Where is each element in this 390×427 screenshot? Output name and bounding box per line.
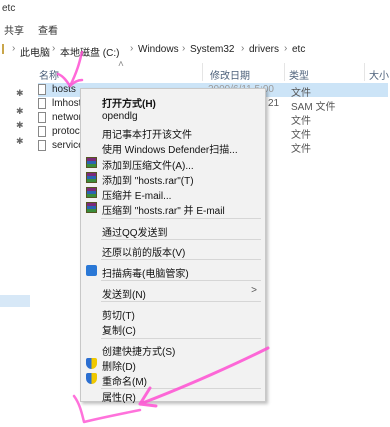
column-divider[interactable] <box>284 63 285 81</box>
menu-label: 打开方式(H) <box>102 99 156 110</box>
menu-item-send-to[interactable]: 发送到(N) > <box>81 284 265 301</box>
file-name: hosts <box>52 84 76 95</box>
menu-item-create-shortcut[interactable]: 创建快捷方式(S) <box>81 341 265 358</box>
file-icon <box>38 112 46 123</box>
menu-label: 属性(R) <box>102 393 136 404</box>
menu-label: 使用 Windows Defender扫描... <box>102 145 238 156</box>
tab-share[interactable]: 共享 <box>4 22 24 37</box>
menu-item-restore-versions[interactable]: 还原以前的版本(V) <box>81 242 265 259</box>
column-date[interactable]: 修改日期 <box>210 67 250 82</box>
pin-icon: ✱ <box>16 88 24 98</box>
shield-icon <box>86 373 97 384</box>
file-name: networ <box>52 112 83 123</box>
breadcrumb-drivers[interactable]: drivers <box>249 44 279 55</box>
file-type: 文件 <box>291 144 311 155</box>
column-size[interactable]: 大小 <box>369 67 389 82</box>
breadcrumb-separator: › <box>182 43 186 54</box>
menu-separator <box>101 301 261 302</box>
column-divider[interactable] <box>364 63 365 81</box>
shield-icon <box>86 358 97 369</box>
qq-manager-icon <box>86 265 97 276</box>
menu-separator <box>101 259 261 260</box>
menu-item-add-archive[interactable]: 添加到压缩文件(A)... <box>81 155 265 172</box>
file-icon <box>38 140 46 151</box>
menu-item-scan-virus[interactable]: 扫描病毒(电脑管家) <box>81 263 265 280</box>
file-icon <box>38 126 46 137</box>
column-divider[interactable] <box>202 63 203 81</box>
menu-item-open-with[interactable]: 打开方式(H) <box>81 93 265 110</box>
pin-icon: ✱ <box>16 136 24 146</box>
nav-selected-item[interactable] <box>0 295 30 307</box>
menu-label: 还原以前的版本(V) <box>102 248 186 259</box>
menu-item-defender-scan[interactable]: 使用 Windows Defender扫描... <box>81 139 265 156</box>
column-header: 名称 ˄ 修改日期 类型 大小 <box>30 59 390 84</box>
column-type[interactable]: 类型 <box>289 67 309 82</box>
file-date: 21 <box>268 98 280 109</box>
breadcrumb-system32[interactable]: System32 <box>190 44 234 55</box>
menu-separator <box>101 338 261 339</box>
menu-item-compress-email[interactable]: 压缩并 E-mail... <box>81 185 265 202</box>
folder-icon <box>2 44 8 54</box>
menu-label: 发送到(N) <box>102 290 146 301</box>
chevron-right-icon: > <box>251 285 257 296</box>
winrar-icon <box>86 157 97 168</box>
tab-view[interactable]: 查看 <box>38 22 58 37</box>
breadcrumb-local-disk[interactable]: 本地磁盘 (C:) <box>60 44 119 59</box>
menu-item-add-rar[interactable]: 添加到 "hosts.rar"(T) <box>81 170 265 187</box>
menu-item-copy[interactable]: 复制(C) <box>81 320 265 337</box>
file-icon <box>38 98 46 109</box>
menu-label: 压缩到 "hosts.rar" 并 E-mail <box>102 206 225 217</box>
winrar-icon <box>86 202 97 213</box>
breadcrumb-separator: › <box>130 43 134 54</box>
menu-label: 复制(C) <box>102 326 136 337</box>
address-bar[interactable]: › 此电脑 › 本地磁盘 (C:) › Windows › System32 ›… <box>0 38 390 61</box>
menu-item-open-notepad[interactable]: 用记事本打开该文件 <box>81 124 265 141</box>
breadcrumb-separator: › <box>241 43 245 54</box>
breadcrumb-this-pc[interactable]: 此电脑 <box>20 44 50 59</box>
pin-icon: ✱ <box>16 106 24 116</box>
sort-chevron-up-icon: ˄ <box>118 59 124 70</box>
menu-label: opendlg <box>102 111 138 122</box>
menu-item-rename[interactable]: 重命名(M) <box>81 371 265 388</box>
window-title: etc <box>2 3 16 14</box>
ribbon: 共享 查看 <box>0 18 390 39</box>
menu-separator <box>101 218 261 219</box>
menu-item-delete[interactable]: 删除(D) <box>81 356 265 373</box>
menu-label: 扫描病毒(电脑管家) <box>102 269 189 280</box>
navigation-pane: ✱ ✱ ✱ ✱ <box>0 60 30 427</box>
file-name: service <box>52 140 84 151</box>
menu-item-cut[interactable]: 剪切(T) <box>81 305 265 322</box>
pin-icon: ✱ <box>16 120 24 130</box>
breadcrumb-separator: › <box>284 43 288 54</box>
menu-separator <box>101 239 261 240</box>
breadcrumb-separator: › <box>52 43 56 54</box>
menu-label: 通过QQ发送到 <box>102 228 168 239</box>
winrar-icon <box>86 187 97 198</box>
column-name[interactable]: 名称 <box>39 67 59 82</box>
winrar-icon <box>86 172 97 183</box>
file-icon <box>38 84 46 95</box>
menu-item-qq-send[interactable]: 通过QQ发送到 <box>81 222 265 239</box>
menu-item-opendlg[interactable]: opendlg <box>81 109 265 125</box>
breadcrumb-windows[interactable]: Windows <box>138 44 179 55</box>
context-menu: 打开方式(H) opendlg 用记事本打开该文件 使用 Windows Def… <box>80 88 266 404</box>
breadcrumb-etc[interactable]: etc <box>292 44 305 55</box>
menu-item-properties[interactable]: 属性(R) <box>81 386 265 404</box>
file-name: protoc <box>52 126 80 137</box>
menu-separator <box>101 280 261 281</box>
breadcrumb-separator: › <box>12 43 16 54</box>
title-bar: etc <box>0 0 390 18</box>
menu-item-compress-rar-email[interactable]: 压缩到 "hosts.rar" 并 E-mail <box>81 200 265 217</box>
